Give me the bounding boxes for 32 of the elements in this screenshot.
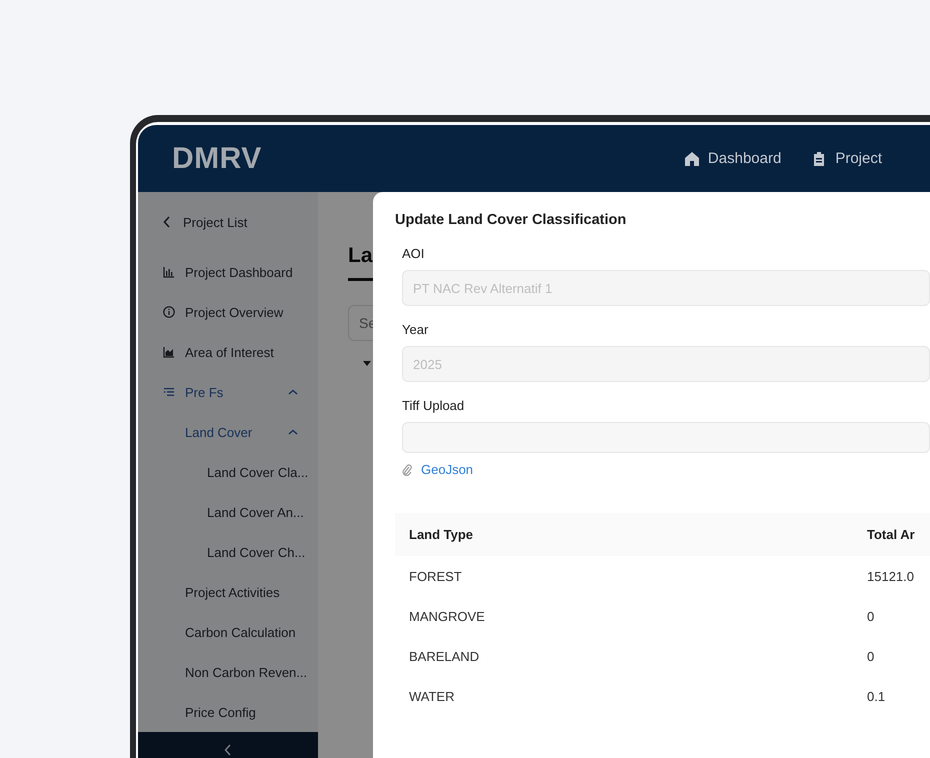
sidebar-item[interactable]: Land Cover An... <box>207 504 304 520</box>
table-cell-text: MANGROVE <box>408 608 486 626</box>
column-header: Total Ar <box>853 513 930 556</box>
attachment-link[interactable]: GeoJson <box>421 462 474 477</box>
app-logo: DMRV <box>172 142 262 176</box>
sidebar-item[interactable]: Pre Fs <box>185 384 224 400</box>
sidebar-item[interactable]: Project Activities <box>185 584 280 600</box>
page-title: La <box>348 244 374 268</box>
table-cell-text: 0 <box>866 608 876 626</box>
sidebar-item[interactable]: Project Overview <box>185 304 284 320</box>
field-label: Tiff Upload <box>402 398 466 413</box>
back-link[interactable]: Project List <box>183 214 248 230</box>
sidebar-item[interactable]: Land Cover <box>185 424 252 440</box>
table-cell-text: BARELAND <box>408 648 480 666</box>
sidebar-item[interactable]: Non Carbon Reven... <box>185 664 308 680</box>
table-cell-text: 0 <box>866 648 876 666</box>
field-label: AOI <box>402 246 426 261</box>
table-cell: 15121.0 <box>853 556 930 596</box>
sidebar-item[interactable]: Area of Interest <box>185 344 274 360</box>
table-cell: FOREST <box>395 556 853 596</box>
table-cell-text: WATER <box>408 688 456 706</box>
column-header: Land Type <box>395 513 853 556</box>
modal-title: Update Land Cover Classification <box>395 212 628 228</box>
sidebar-item[interactable]: Project Dashboard <box>185 264 293 280</box>
sidebar-item[interactable]: Land Cover Cla... <box>207 464 308 480</box>
sidebar-item[interactable]: Carbon Calculation <box>185 624 296 640</box>
nav-link[interactable]: Dashboard <box>684 150 782 167</box>
field-label: Year <box>402 322 430 337</box>
sidebar-item[interactable]: Land Cover Ch... <box>207 544 306 560</box>
sidebar-item[interactable]: Price Config <box>185 704 256 720</box>
nav-link[interactable]: Project <box>811 150 882 167</box>
table-cell-text: 0.1 <box>866 688 886 706</box>
